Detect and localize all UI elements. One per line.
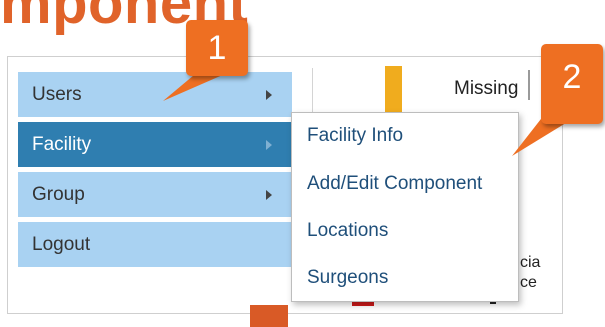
orange-status-block bbox=[250, 305, 288, 327]
menu-item-label: Group bbox=[32, 183, 85, 205]
menu-item-label: Users bbox=[32, 83, 82, 105]
submenu-item-add-edit-component[interactable]: Add/Edit Component bbox=[307, 173, 482, 195]
submenu-item-surgeons[interactable]: Surgeons bbox=[307, 267, 388, 289]
menu-item-facility[interactable]: Facility bbox=[18, 122, 292, 167]
menu-item-users[interactable]: Users bbox=[18, 72, 292, 117]
menu-item-label: Logout bbox=[32, 233, 91, 255]
menu-item-group[interactable]: Group bbox=[18, 172, 292, 217]
step-callout-1: 1 bbox=[186, 20, 248, 76]
chevron-right-icon bbox=[266, 189, 272, 200]
chevron-right-icon bbox=[266, 89, 272, 100]
partial-background-text: cia bbox=[520, 254, 541, 271]
red-status-mark bbox=[352, 302, 374, 306]
partial-background-text: ce bbox=[520, 274, 537, 291]
menu-item-logout[interactable]: Logout bbox=[18, 222, 292, 267]
chevron-right-icon bbox=[266, 139, 272, 150]
submenu-item-locations[interactable]: Locations bbox=[307, 220, 388, 242]
column-separator bbox=[528, 70, 530, 100]
menu-item-label: Facility bbox=[32, 133, 92, 155]
main-menu: Users Facility Group Logout bbox=[18, 72, 292, 272]
missing-column-label: Missing bbox=[454, 78, 519, 99]
submenu-item-facility-info[interactable]: Facility Info bbox=[307, 125, 403, 147]
step-callout-2: 2 bbox=[541, 44, 603, 124]
facility-submenu: Facility Info Add/Edit Component Locatio… bbox=[291, 112, 519, 302]
